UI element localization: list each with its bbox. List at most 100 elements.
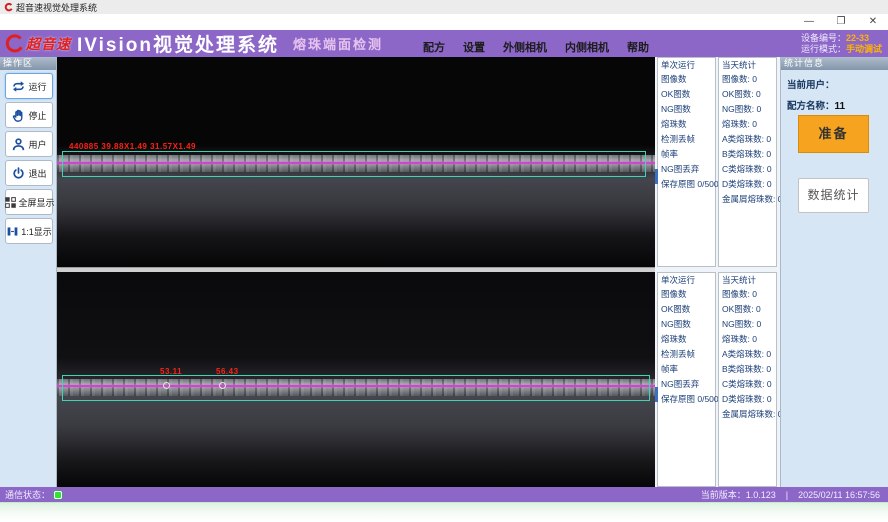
stat-row: D类熔珠数: 0 [722, 177, 776, 192]
power-icon [11, 166, 26, 181]
stat-row: 熔珠数: 0 [722, 332, 776, 347]
stat-row: 熔珠数 [661, 117, 715, 132]
current-user-row: 当前用户： [781, 70, 888, 91]
run-icon [11, 79, 26, 94]
communication-status-led [54, 491, 62, 499]
exit-button-label: 退出 [28, 167, 46, 180]
version-value: 1.0.123 [746, 490, 776, 500]
menu-item-help[interactable]: 帮助 [627, 39, 649, 55]
stat-row: NG图数: 0 [722, 102, 776, 117]
page-subtitle: 熔珠端面检测 [293, 34, 383, 53]
recipe-name-value: 11 [835, 101, 846, 112]
stat-row: 图像数: 0 [722, 287, 776, 302]
outer-camera-viewport[interactable]: 440885 39.88X1.49 31.57X1.49 [57, 57, 655, 267]
single-run-groupbox: 单次运行 图像数OK图数NG图数熔珠数检测丢帧帧率NG图丢弃保存原图 0/500 [657, 57, 716, 267]
close-icon[interactable]: ✕ [864, 15, 882, 29]
splitter-handle[interactable] [655, 169, 658, 184]
stat-row: A类熔珠数: 0 [722, 347, 776, 362]
stat-row: OK图数: 0 [722, 87, 776, 102]
one-to-one-button-label: 1:1显示 [21, 225, 52, 238]
roi-box-overlay [62, 375, 650, 401]
statistics-area: 单次运行 图像数OK图数NG图数熔珠数检测丢帧帧率NG图丢弃保存原图 0/500… [655, 57, 780, 487]
stat-row: B类熔珠数: 0 [722, 362, 776, 377]
minimize-icon[interactable]: — [800, 15, 818, 29]
defect-label: 56.43 [216, 367, 239, 376]
fullscreen-grid-icon [4, 196, 17, 209]
defect-marker [219, 382, 226, 389]
run-button-label: 运行 [28, 80, 46, 93]
stop-hand-icon [11, 108, 26, 123]
main-menu: 配方 设置 外侧相机 内侧相机 帮助 [423, 39, 649, 55]
defect-marker [163, 382, 170, 389]
stats-section-bottom: 单次运行 图像数OK图数NG图数熔珠数检测丢帧帧率NG图丢弃保存原图 0/500… [655, 272, 780, 487]
one-to-one-icon [6, 225, 19, 238]
brand-swoosh-icon [4, 34, 24, 54]
fullscreen-button-label: 全屏显示 [19, 196, 55, 209]
device-id-label: 设备编号： [801, 33, 846, 43]
stat-row: 熔珠数 [661, 332, 715, 347]
run-mode-label: 运行模式： [801, 44, 846, 54]
stat-row: 保存原图 0/500 [661, 177, 715, 192]
window-control-strip: — ❐ ✕ [0, 14, 888, 30]
data-statistics-button[interactable]: 数据统计 [798, 178, 869, 213]
groupbox-title: 当天统计 [721, 274, 757, 286]
stat-row: 检测丢帧 [661, 347, 715, 362]
roi-box-overlay [62, 151, 646, 177]
stat-row: B类熔珠数: 0 [722, 147, 776, 162]
inner-camera-viewport[interactable]: 53.11 56.43 [57, 272, 655, 487]
status-bar: 通信状态： 当前版本：1.0.123 | 2025/02/11 16:57:56 [0, 487, 888, 502]
exit-button[interactable]: 退出 [5, 160, 53, 186]
prepare-button[interactable]: 准备 [798, 115, 869, 153]
splitter-handle[interactable] [655, 387, 658, 402]
info-panel-title: 统计信息 [781, 57, 888, 70]
stat-row: NG图数 [661, 317, 715, 332]
menu-item-settings[interactable]: 设置 [463, 39, 485, 55]
device-id-value: 22-33 [846, 33, 869, 43]
stat-row: D类熔珠数: 0 [722, 392, 776, 407]
one-to-one-button[interactable]: 1:1显示 [5, 218, 53, 244]
info-panel: 统计信息 当前用户： 配方名称：11 准备 数据统计 [780, 57, 888, 487]
run-mode-value: 手动调试 [846, 44, 882, 54]
stat-row: C类熔珠数: 0 [722, 377, 776, 392]
desktop-strip [0, 502, 888, 522]
separator: | [786, 490, 788, 500]
stat-row: 图像数: 0 [722, 72, 776, 87]
run-button[interactable]: 运行 [5, 73, 53, 99]
user-icon [11, 137, 26, 152]
fullscreen-button[interactable]: 全屏显示 [5, 189, 53, 215]
stop-button-label: 停止 [28, 109, 46, 122]
device-info: 设备编号：22-33 运行模式：手动调试 [801, 33, 882, 55]
stat-row: NG图数: 0 [722, 317, 776, 332]
stat-row: 帧率 [661, 362, 715, 377]
recipe-name-row: 配方名称：11 [781, 91, 888, 112]
defect-label: 53.11 [160, 367, 182, 376]
stat-row: OK图数 [661, 87, 715, 102]
current-user-label: 当前用户： [787, 80, 835, 91]
camera-viewports: 440885 39.88X1.49 31.57X1.49 53.11 56.43 [57, 57, 655, 487]
communication-status: 通信状态： [0, 488, 62, 501]
page-title: IVision视觉处理系统 [77, 30, 279, 57]
menu-item-recipe[interactable]: 配方 [423, 39, 445, 55]
menu-item-outer-camera[interactable]: 外侧相机 [503, 39, 547, 55]
brand-text: 超音速 [26, 34, 71, 54]
menu-item-inner-camera[interactable]: 内侧相机 [565, 39, 609, 55]
version-label: 当前版本： [701, 490, 746, 500]
stat-row: 图像数 [661, 287, 715, 302]
user-button[interactable]: 用户 [5, 131, 53, 157]
stats-section-top: 单次运行 图像数OK图数NG图数熔珠数检测丢帧帧率NG图丢弃保存原图 0/500… [655, 57, 780, 267]
today-stats-groupbox: 当天统计 图像数: 0OK图数: 0NG图数: 0熔珠数: 0A类熔珠数: 0B… [718, 272, 777, 487]
main-area: 操作区 运行 停止 [0, 57, 888, 487]
app-window: 超音速视觉处理系统 — ❐ ✕ 超音速 IVision视觉处理系统 熔珠端面检测… [0, 0, 888, 522]
stat-row: 图像数 [661, 72, 715, 87]
maximize-icon[interactable]: ❐ [832, 15, 850, 29]
stat-row: OK图数 [661, 302, 715, 317]
stop-button[interactable]: 停止 [5, 102, 53, 128]
communication-status-label: 通信状态： [5, 488, 50, 501]
window-title: 超音速视觉处理系统 [16, 1, 97, 14]
sidebar-title: 操作区 [0, 57, 56, 70]
app-header: 超音速 IVision视觉处理系统 熔珠端面检测 配方 设置 外侧相机 内侧相机… [0, 30, 888, 57]
stat-row: 熔珠数: 0 [722, 117, 776, 132]
os-titlebar: 超音速视觉处理系统 [0, 0, 888, 14]
stat-row: 检测丢帧 [661, 132, 715, 147]
user-button-label: 用户 [28, 138, 46, 151]
